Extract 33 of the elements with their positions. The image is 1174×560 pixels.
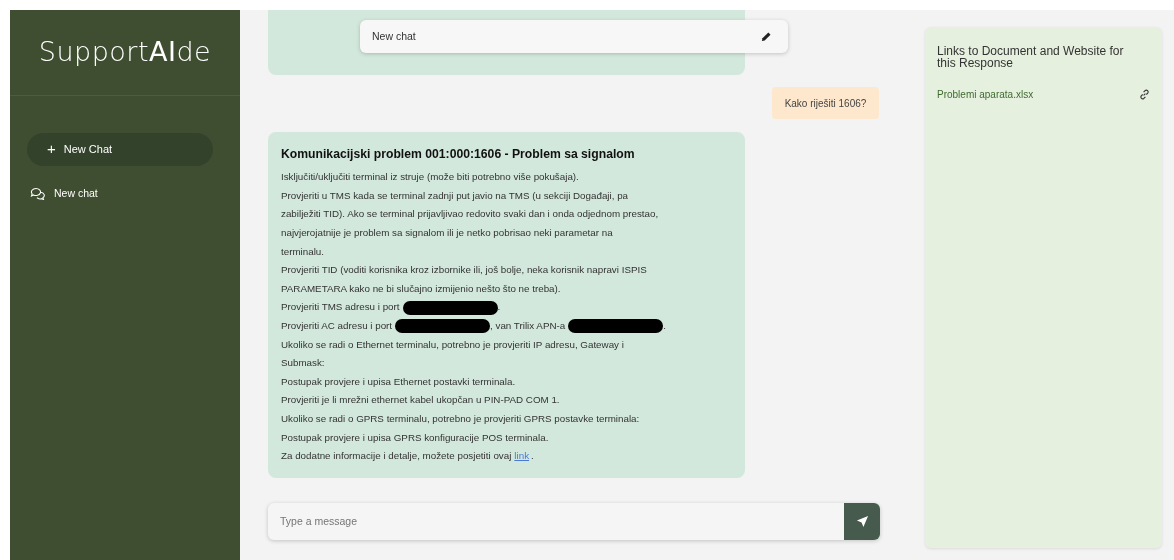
response-text: , van Trilix APN-a	[490, 320, 566, 332]
response-line: Provjeriti u TMS kada se terminal zadnji put javio na TMS (u sekciji Događaji, pa	[281, 188, 630, 203]
response-line: Provjeriti je li mrežni ethernet kabel ukopčan u PIN-PAD COM 1.	[281, 393, 561, 408]
message-input[interactable]: Type a message	[268, 502, 844, 540]
response-line: terminalu.	[281, 244, 325, 259]
document-link[interactable]: Problemi aparata.xlsx	[937, 87, 1034, 102]
response-text: Za dodatne informacije i detalje, možete posjetiti ovaj	[281, 450, 512, 462]
response-title: Komunikacijski problem 001:000:1606 - Problem sa signalom	[281, 146, 636, 163]
response-line: zabilježiti TID). Ako se terminal prijavljivao redovito svaki dan i onda odjednom prestao,	[281, 207, 660, 222]
response-line: Postupak provjere i upisa GPRS konfiguracije POS terminala.	[281, 430, 550, 445]
response-text: .	[663, 320, 666, 332]
response-text: .	[497, 301, 501, 313]
send-icon	[855, 514, 869, 528]
chat-title: New chat	[372, 28, 416, 44]
response-text: Provjeriti AC adresu i port	[281, 320, 393, 332]
response-line: Provjeriti TID (voditi korisnika kroz izbornike ili, još bolje, neka korisnik napravi ISPIS	[281, 263, 648, 278]
response-line: Isključiti/uključiti terminal iz struje (može biti potrebno više pokušaja).	[281, 170, 580, 185]
send-button[interactable]	[844, 502, 880, 540]
response-line: Ukoliko se radi o Ethernet terminalu, potrebno je provjeriti IP adresu, Gateway i	[281, 337, 625, 352]
link-icon[interactable]	[1139, 89, 1150, 100]
edit-icon[interactable]	[761, 31, 772, 42]
response-line: PARAMETARA kako ne bi slučajno izmijenio nešto što ne treba).	[281, 281, 562, 296]
panel-title: Links to Document and Website for this Response	[937, 45, 1125, 69]
response-line: najvjerojatnije je problem sa signalom ili je netko pobrisao neki parametar na	[281, 226, 614, 241]
response-text: Provjeriti TMS adresu i port	[281, 301, 400, 313]
chat-icon	[30, 187, 46, 201]
response-line: Submask:	[281, 356, 326, 371]
response-text: .	[531, 450, 534, 462]
new-chat-button[interactable]: + New Chat	[27, 133, 213, 166]
user-message: Kako riješiti 1606?	[772, 87, 879, 119]
response-line: Ukoliko se radi o GPRS terminalu, potrebno je provjeriti GPRS postavke terminala:	[281, 412, 641, 426]
response-line: Postupak provjere i upisa Ethernet postavki terminala.	[281, 374, 517, 389]
chat-history-item[interactable]: New chat	[30, 182, 98, 206]
